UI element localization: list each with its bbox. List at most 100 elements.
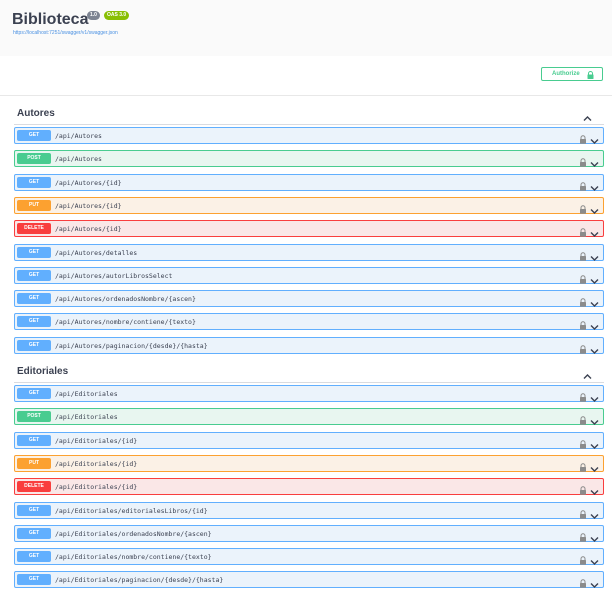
spec-url-link[interactable]: https://localhost:7251/swagger/v1/swagge…	[13, 30, 118, 36]
chevron-down-icon[interactable]	[590, 553, 599, 571]
operation-path: /api/Autores/{id}	[55, 179, 122, 187]
operation-path: /api/Autores/paginacion/{desde}/{hasta}	[55, 342, 208, 350]
operation-row[interactable]: GET/api/Autores/nombre/contiene/{texto}	[14, 313, 604, 330]
operation-path: /api/Editoriales/{id}	[55, 437, 138, 445]
method-badge: GET	[17, 528, 51, 539]
lock-icon[interactable]	[579, 506, 587, 524]
operation-path: /api/Editoriales/{id}	[55, 483, 138, 491]
tag-title[interactable]: Autores	[17, 108, 55, 119]
lock-icon[interactable]	[579, 436, 587, 454]
operation-row[interactable]: POST/api/Editoriales	[14, 408, 604, 425]
chevron-down-icon[interactable]	[590, 179, 599, 197]
lock-icon[interactable]	[579, 317, 587, 335]
operation-path: /api/Autores/autorLibrosSelect	[55, 272, 173, 280]
operation-path: /api/Autores/ordenadosNombre/{ascen}	[55, 295, 196, 303]
oas-badge: OAS 3.0	[104, 11, 130, 20]
method-badge: GET	[17, 388, 51, 399]
method-badge: GET	[17, 435, 51, 446]
api-title: Biblioteca	[12, 11, 89, 28]
lock-icon[interactable]	[579, 529, 587, 547]
lock-icon[interactable]	[579, 178, 587, 196]
operation-row[interactable]: GET/api/Autores/ordenadosNombre/{ascen}	[14, 290, 604, 307]
operation-row[interactable]: GET/api/Autores/paginacion/{desde}/{hast…	[14, 337, 604, 354]
operation-path: /api/Autores/{id}	[55, 225, 122, 233]
operation-row[interactable]: GET/api/Editoriales/ordenadosNombre/{asc…	[14, 525, 604, 542]
operation-path: /api/Editoriales/{id}	[55, 460, 138, 468]
operation-row[interactable]: DELETE/api/Autores/{id}	[14, 220, 604, 237]
version-badge: 1.0	[87, 11, 100, 20]
info-header: Biblioteca 1.0 OAS 3.0 https://localhost…	[0, 0, 612, 56]
divider	[14, 382, 604, 383]
operation-row[interactable]: PUT/api/Autores/{id}	[14, 197, 604, 214]
operation-row[interactable]: DELETE/api/Editoriales/{id}	[14, 478, 604, 495]
method-badge: PUT	[17, 200, 51, 211]
operation-path: /api/Autores/detalles	[55, 249, 138, 257]
chevron-down-icon[interactable]	[590, 530, 599, 548]
operation-path: /api/Editoriales	[55, 390, 118, 398]
lock-icon[interactable]	[579, 271, 587, 289]
method-badge: GET	[17, 247, 51, 258]
chevron-down-icon[interactable]	[590, 318, 599, 336]
operation-path: /api/Autores	[55, 132, 102, 140]
lock-icon[interactable]	[579, 224, 587, 242]
method-badge: DELETE	[17, 223, 51, 234]
lock-icon[interactable]	[579, 341, 587, 359]
operation-row[interactable]: GET/api/Editoriales/editorialesLibros/{i…	[14, 502, 604, 519]
chevron-down-icon[interactable]	[590, 202, 599, 220]
lock-icon[interactable]	[579, 552, 587, 570]
operation-path: /api/Editoriales/editorialesLibros/{id}	[55, 507, 208, 515]
chevron-down-icon[interactable]	[590, 249, 599, 267]
chevron-down-icon[interactable]	[590, 460, 599, 478]
lock-icon[interactable]	[579, 131, 587, 149]
authorize-label: Authorize	[552, 71, 580, 77]
chevron-down-icon[interactable]	[590, 390, 599, 408]
operation-row[interactable]: GET/api/Editoriales	[14, 385, 604, 402]
method-badge: GET	[17, 551, 51, 562]
lock-icon[interactable]	[579, 459, 587, 477]
operation-row[interactable]: GET/api/Autores	[14, 127, 604, 144]
operation-path: /api/Editoriales	[55, 413, 118, 421]
chevron-down-icon[interactable]	[590, 576, 599, 594]
chevron-down-icon[interactable]	[590, 155, 599, 173]
lock-icon[interactable]	[579, 248, 587, 266]
method-badge: GET	[17, 270, 51, 281]
lock-icon[interactable]	[579, 201, 587, 219]
divider	[14, 124, 604, 125]
operation-path: /api/Autores/nombre/contiene/{texto}	[55, 318, 196, 326]
method-badge: PUT	[17, 458, 51, 469]
method-badge: GET	[17, 293, 51, 304]
chevron-down-icon[interactable]	[590, 437, 599, 455]
lock-icon[interactable]	[579, 294, 587, 312]
operation-path: /api/Autores	[55, 155, 102, 163]
operation-row[interactable]: GET/api/Autores/autorLibrosSelect	[14, 267, 604, 284]
chevron-down-icon[interactable]	[590, 295, 599, 313]
lock-icon[interactable]	[579, 482, 587, 500]
operation-row[interactable]: GET/api/Autores/{id}	[14, 174, 604, 191]
chevron-down-icon[interactable]	[590, 342, 599, 360]
chevron-down-icon[interactable]	[590, 413, 599, 431]
method-badge: GET	[17, 574, 51, 585]
chevron-down-icon[interactable]	[590, 507, 599, 525]
lock-icon[interactable]	[579, 154, 587, 172]
divider	[0, 95, 612, 96]
operation-row[interactable]: PUT/api/Editoriales/{id}	[14, 455, 604, 472]
method-badge: GET	[17, 316, 51, 327]
operation-row[interactable]: GET/api/Autores/detalles	[14, 244, 604, 261]
chevron-down-icon[interactable]	[590, 483, 599, 501]
lock-icon[interactable]	[579, 575, 587, 593]
lock-icon	[587, 71, 594, 81]
chevron-down-icon[interactable]	[590, 272, 599, 290]
method-badge: GET	[17, 177, 51, 188]
method-badge: GET	[17, 130, 51, 141]
authorize-button[interactable]: Authorize	[541, 67, 603, 81]
tag-title[interactable]: Editoriales	[17, 366, 68, 377]
chevron-down-icon[interactable]	[590, 225, 599, 243]
lock-icon[interactable]	[579, 412, 587, 430]
operation-path: /api/Editoriales/ordenadosNombre/{ascen}	[55, 530, 212, 538]
lock-icon[interactable]	[579, 389, 587, 407]
operation-row[interactable]: POST/api/Autores	[14, 150, 604, 167]
operation-row[interactable]: GET/api/Editoriales/nombre/contiene/{tex…	[14, 548, 604, 565]
operation-row[interactable]: GET/api/Editoriales/paginacion/{desde}/{…	[14, 571, 604, 588]
chevron-down-icon[interactable]	[590, 132, 599, 150]
operation-row[interactable]: GET/api/Editoriales/{id}	[14, 432, 604, 449]
